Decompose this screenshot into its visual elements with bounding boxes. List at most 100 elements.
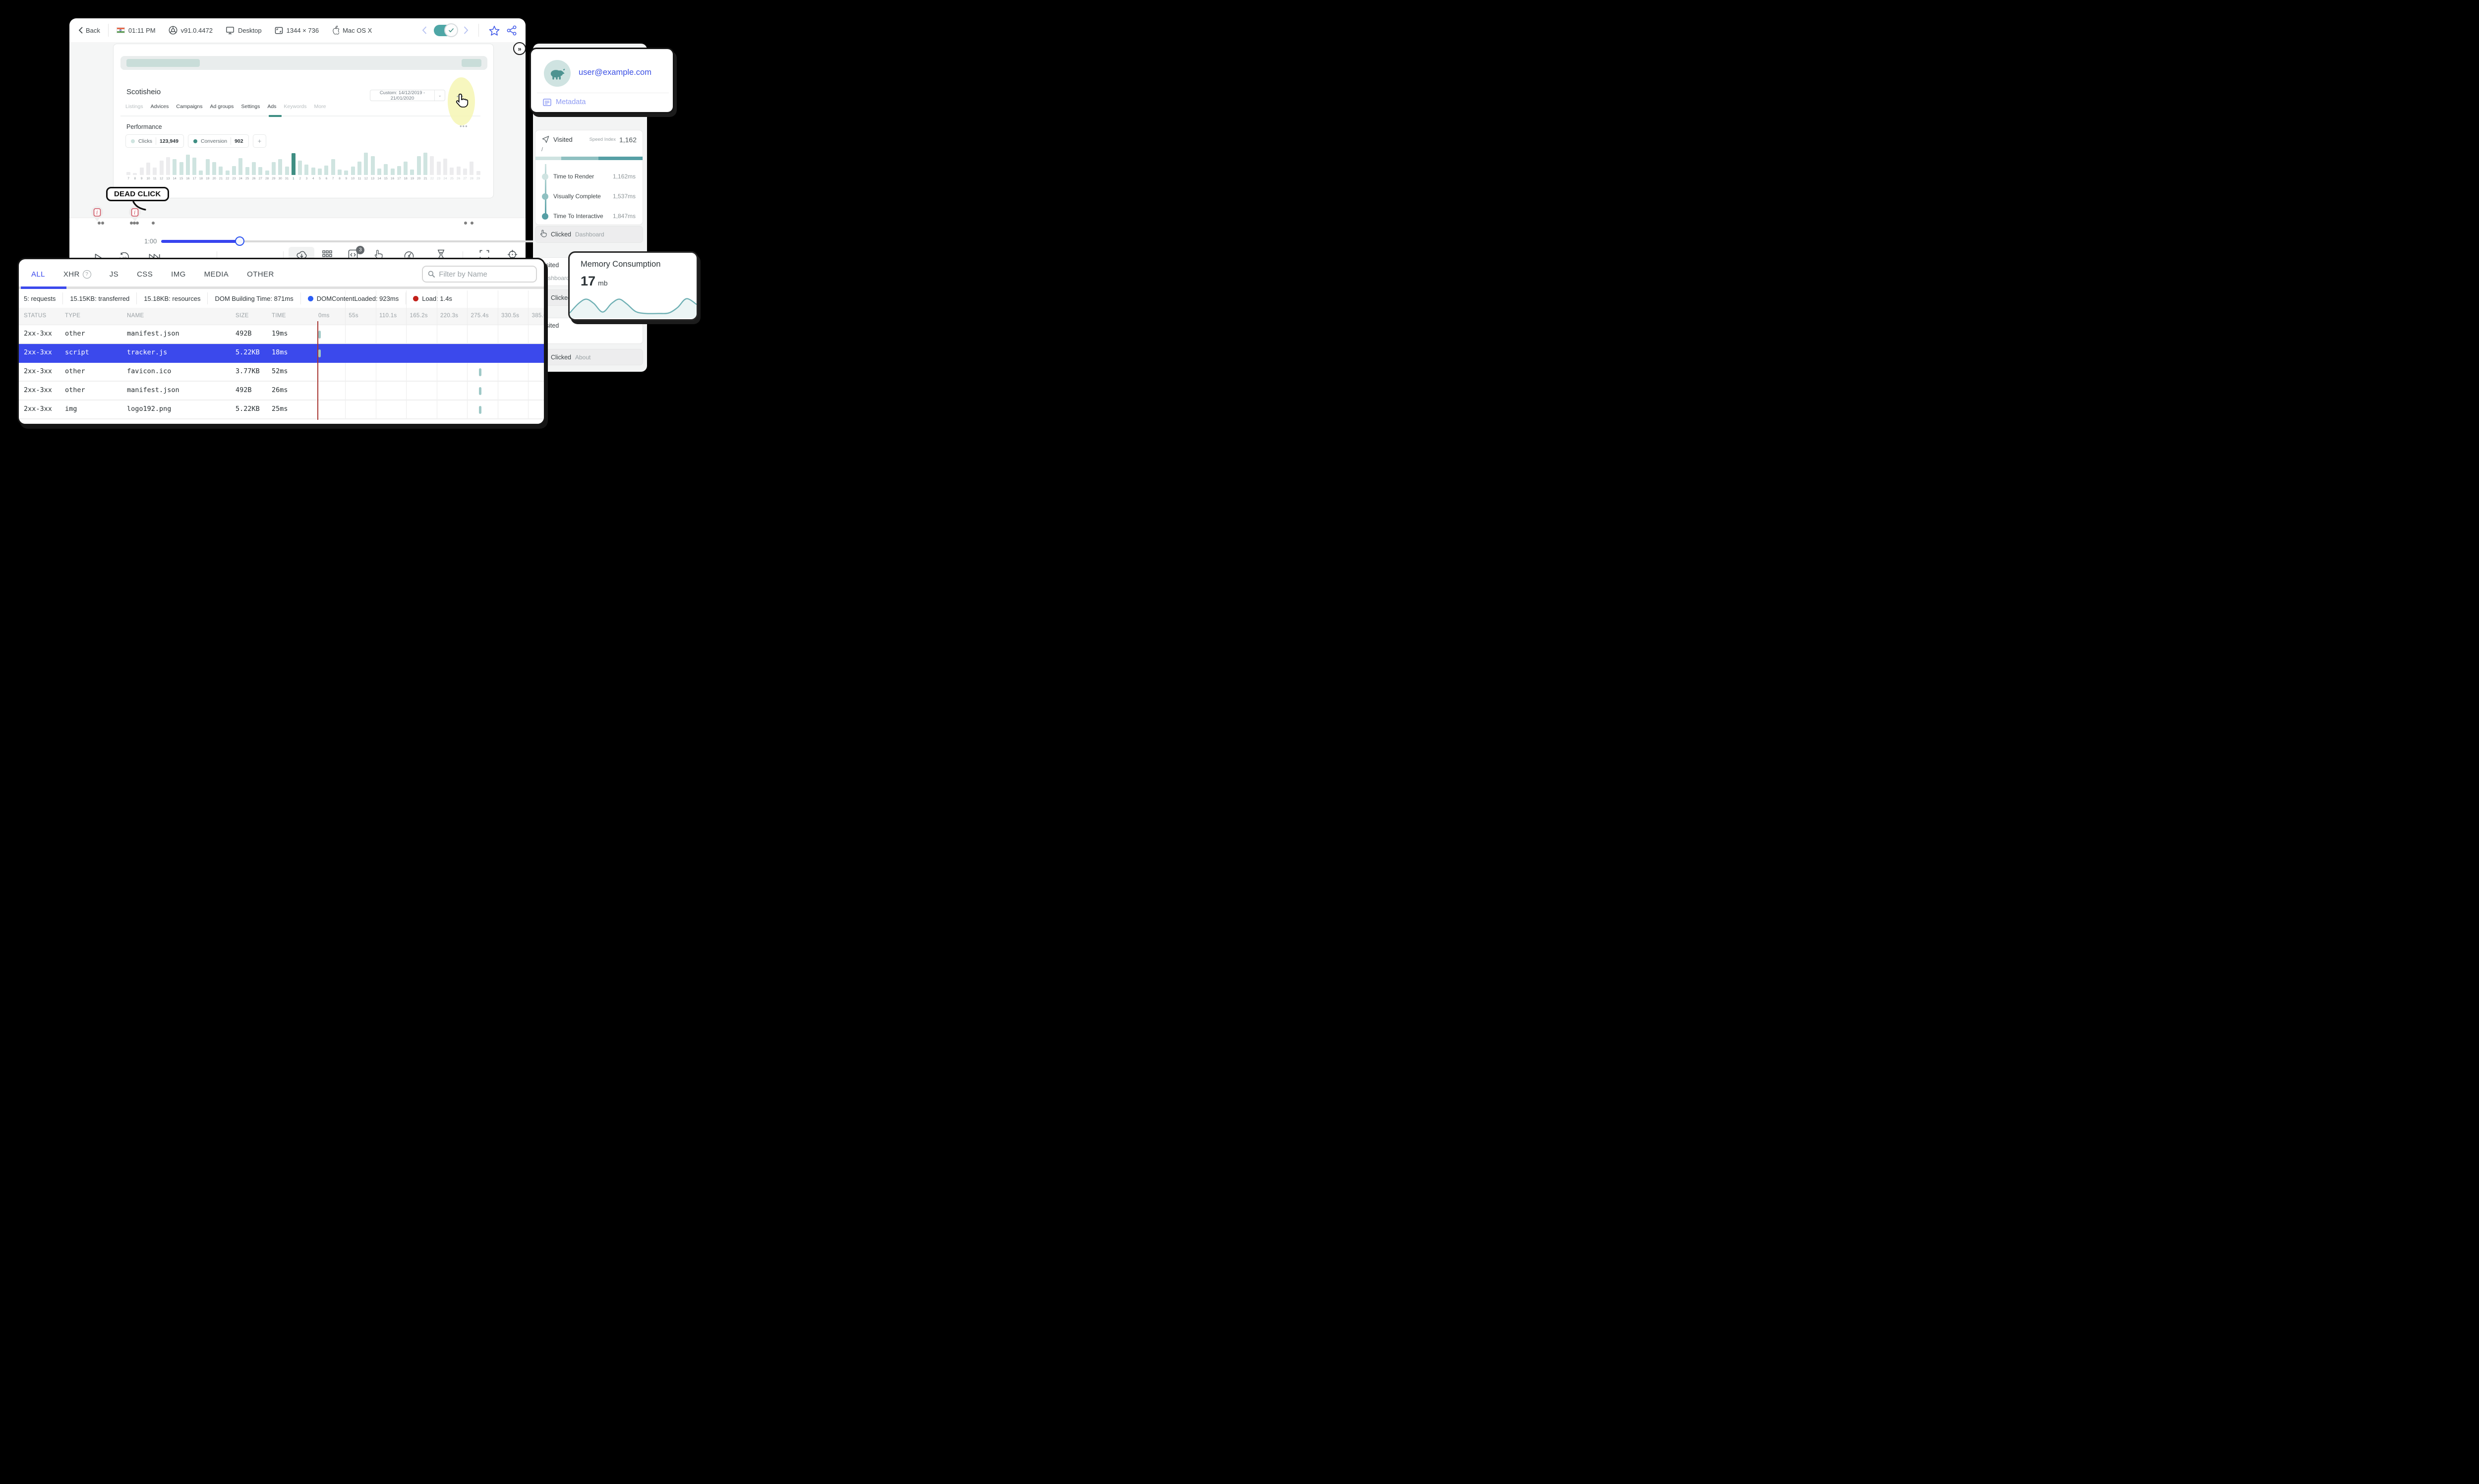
svg-text:i: i <box>96 210 98 216</box>
visited-event-row[interactable]: Visited <box>535 318 643 344</box>
clicked-event-row[interactable]: Clicked Dashboard <box>535 226 643 243</box>
speed-progress-bar <box>535 157 643 160</box>
summary-text: DOMContentLoaded: 923ms <box>316 294 399 302</box>
timeline-event-dot <box>101 222 104 225</box>
active-tab-underline <box>21 286 66 289</box>
autoplay-toggle[interactable] <box>434 23 458 37</box>
chart-x-label: 21 <box>423 177 427 180</box>
network-request-row[interactable]: 2xx-3xx other favicon.ico 3.77KB 52ms <box>19 363 544 382</box>
chart-bar <box>179 162 183 175</box>
timeline-gridline <box>528 325 529 343</box>
chart-bar <box>443 158 447 175</box>
chart-x-label: 26 <box>252 177 256 180</box>
prev-session-button[interactable] <box>422 26 427 34</box>
timeline-event-dot <box>98 222 101 225</box>
load-dot <box>413 295 419 301</box>
speed-index-value: 1,162 <box>619 135 637 144</box>
site-tab-listings[interactable]: Listings <box>125 104 143 110</box>
metric-dot <box>542 213 548 220</box>
network-tab-all[interactable]: ALL <box>31 270 45 279</box>
site-tab-campaigns[interactable]: Campaigns <box>176 104 202 110</box>
timeline-handle[interactable] <box>235 236 244 246</box>
console-badge: 3 <box>356 245 365 254</box>
chart-x-label: 27 <box>463 177 467 180</box>
chart-x-label: 25 <box>245 177 249 180</box>
chart-bar <box>173 159 177 175</box>
network-tab-other[interactable]: OTHER <box>247 270 274 279</box>
timeline-gridline <box>406 400 407 418</box>
column-header-size: SIZE <box>236 313 249 319</box>
time-column-header: 330.5s <box>501 313 520 319</box>
date-range-picker[interactable]: Custom: 14/12/2019 - 21/01/2020 ⌄ <box>370 90 445 101</box>
tabs-underline <box>120 115 480 117</box>
network-tab-css[interactable]: CSS <box>137 270 153 279</box>
visited-metrics-card[interactable]: Visited Speed Index 1,162 / Time to Rend… <box>535 130 643 225</box>
issue-marker[interactable]: i <box>91 206 104 222</box>
size-cell: 492B <box>236 386 252 394</box>
chart-bar <box>470 162 474 175</box>
chart-bar <box>153 167 157 175</box>
metadata-button[interactable]: Metadata <box>543 98 586 106</box>
chart-bar <box>291 153 295 175</box>
add-metric-button[interactable]: + <box>252 134 267 148</box>
network-request-row[interactable]: 2xx-3xx other manifest.json 492B 26ms <box>19 382 544 400</box>
site-tab-advices[interactable]: Advices <box>151 104 169 110</box>
name-cell: logo192.png <box>127 405 172 413</box>
user-email[interactable]: user@example.com <box>579 68 651 77</box>
site-tab-settings[interactable]: Settings <box>241 104 260 110</box>
network-request-row[interactable]: 2xx-3xx other manifest.json 492B 19ms <box>19 325 544 344</box>
time-column-header: 110.1s <box>379 313 397 319</box>
chart-x-label: 19 <box>410 177 414 180</box>
page-header-skeleton <box>120 56 487 70</box>
site-tab-ads[interactable]: Ads <box>267 104 276 110</box>
event-title: Visited <box>553 136 573 143</box>
time-cell: 26ms <box>272 386 288 394</box>
network-request-row[interactable]: 2xx-3xx img logo192.png 5.22KB 25ms <box>19 400 544 419</box>
chart-x-label: 18 <box>199 177 203 180</box>
timeline-gridline <box>345 382 346 400</box>
memory-unit: mb <box>598 279 608 287</box>
chart-bar <box>166 157 170 175</box>
help-icon[interactable]: ? <box>82 270 91 279</box>
metric-chip-conversion[interactable]: Conversion 902 <box>187 134 249 148</box>
table-header: STATUS TYPE NAME SIZE TIME 0ms 55s 110.1s 165.2s… <box>19 290 544 402</box>
chart-bar <box>219 166 223 175</box>
timeline-gridline <box>467 363 468 381</box>
next-session-button[interactable] <box>464 26 469 34</box>
time-column-header: 55s <box>349 313 358 319</box>
back-button[interactable]: Back <box>78 27 100 34</box>
metric-label: Visually Complete <box>553 193 601 200</box>
metric-chip-clicks[interactable]: Clicks 123,949 <box>125 134 184 148</box>
resolution-icon <box>275 27 283 34</box>
share-button[interactable] <box>507 25 517 36</box>
memory-title: Memory Consumption <box>581 260 661 269</box>
chart-bar <box>304 165 309 175</box>
site-tab-more[interactable]: More <box>314 104 326 110</box>
network-tab-img[interactable]: IMG <box>171 270 186 279</box>
network-tab-media[interactable]: MEDIA <box>204 270 229 279</box>
collapse-sidebar-button[interactable]: » <box>513 42 526 55</box>
chart-x-label: 24 <box>443 177 447 180</box>
timeline-gridline <box>406 325 407 343</box>
avatar <box>544 60 571 87</box>
chart-x-label: 27 <box>258 177 262 180</box>
chart-bar <box>192 157 197 175</box>
timeline-gridline <box>467 325 468 343</box>
type-cell: img <box>65 405 77 413</box>
summary-item: DOMContentLoaded: 923ms <box>300 292 406 304</box>
favorite-star-button[interactable] <box>489 25 500 36</box>
network-request-row[interactable]: 2xx-3xx script tracker.js 5.22KB 18ms <box>19 344 544 363</box>
network-tab-js[interactable]: JS <box>110 270 118 279</box>
site-tab-keywords[interactable]: Keywords <box>284 104 306 110</box>
chart-x-label: 3 <box>305 177 308 180</box>
filter-input[interactable] <box>439 270 531 279</box>
clicked-event-row[interactable]: Clicked About <box>535 349 643 365</box>
site-tab-ad-groups[interactable]: Ad groups <box>210 104 234 110</box>
timeline-event-dot <box>152 222 155 225</box>
tooltip-tail <box>132 201 146 211</box>
metric-value: 1,162ms <box>612 173 636 180</box>
metric-value: 123,949 <box>160 138 178 144</box>
chart-x-label: 4 <box>312 177 314 180</box>
chart-x-label: 22 <box>226 177 230 180</box>
network-tab-xhr[interactable]: XHR? <box>63 270 91 279</box>
